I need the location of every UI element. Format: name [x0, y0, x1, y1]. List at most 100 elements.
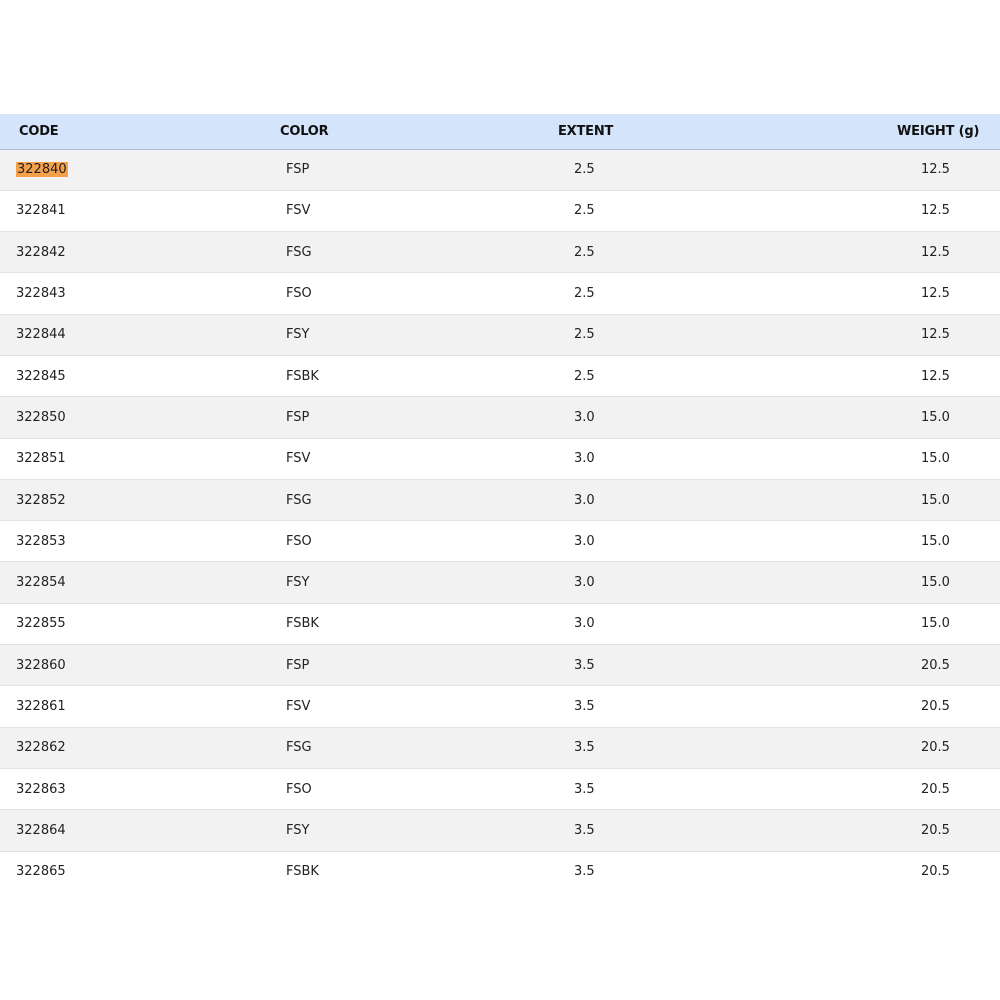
- cell-weight: 15.0: [921, 616, 950, 632]
- product-table-container: CODE COLOR EXTENT WEIGHT (g) 322840 FSP 2.…: [0, 114, 1000, 893]
- table-row: 322855 FSBK 3.0 15.0: [0, 603, 1000, 645]
- cell-code: 322855: [16, 616, 66, 632]
- cell-code: 322862: [16, 740, 66, 756]
- cell-weight: 12.5: [921, 162, 950, 178]
- cell-extent: 2.5: [574, 203, 595, 219]
- cell-color: FSG: [286, 244, 312, 260]
- cell-code: 322864: [16, 822, 66, 838]
- cell-color: FSO: [286, 781, 312, 797]
- cell-color: FSO: [286, 533, 312, 549]
- cell-code: 322850: [16, 409, 66, 425]
- cell-code: 322854: [16, 575, 66, 591]
- table-row: 322865 FSBK 3.5 20.5: [0, 851, 1000, 893]
- cell-code: 322840: [0, 149, 190, 190]
- cell-code: 322841: [16, 203, 66, 219]
- cell-color: FSP: [286, 162, 310, 178]
- header-extent: EXTENT: [558, 123, 614, 139]
- cell-weight: 12.5: [921, 203, 950, 219]
- cell-code: 322861: [16, 699, 66, 714]
- cell-code: 322863: [16, 781, 66, 797]
- header-color: COLOR: [280, 123, 329, 139]
- cell-color: FSY: [286, 327, 310, 343]
- cell-code: 322842: [16, 244, 66, 260]
- cell-weight: 12.5: [921, 244, 950, 260]
- cell-color: FSG: [286, 492, 312, 508]
- cell-extent: 3.5: [574, 864, 595, 880]
- cell-weight: 20.5: [921, 699, 950, 714]
- cell-weight: 20.5: [921, 657, 950, 673]
- cell-color: FSV: [286, 451, 311, 467]
- table-row: 322841 FSV 2.5 12.5: [0, 190, 1000, 232]
- cell-extent: 3.0: [574, 616, 595, 632]
- cell-extent: 3.5: [574, 699, 595, 714]
- cell-weight: 20.5: [921, 864, 950, 880]
- cell-weight: 15.0: [921, 409, 950, 425]
- cell-weight: 12.5: [921, 286, 950, 302]
- table-row: 322860 FSP 3.5 20.5: [0, 644, 1000, 686]
- cell-extent: 2.5: [574, 368, 595, 384]
- cell-extent: 3.5: [574, 657, 595, 673]
- cell-color: FSP: [286, 409, 310, 425]
- cell-extent: 3.5: [574, 822, 595, 838]
- cell-color: FSV: [286, 699, 311, 714]
- cell-code: 322844: [16, 327, 66, 343]
- table-row: 322852 FSG 3.0 15.0: [0, 479, 1000, 521]
- table-header: CODE COLOR EXTENT WEIGHT (g): [0, 114, 1000, 149]
- table-row: 322845 FSBK 2.5 12.5: [0, 355, 1000, 397]
- cell-code: 322851: [16, 451, 66, 467]
- cell-weight: 20.5: [921, 781, 950, 797]
- cell-color: FSBK: [286, 616, 319, 632]
- table-row: 322842 FSG 2.5 12.5: [0, 231, 1000, 273]
- cell-code: 322865: [16, 864, 66, 880]
- table-row: 322851 FSV 3.0 15.0: [0, 438, 1000, 480]
- cell-extent: 3.0: [574, 575, 595, 591]
- cell-code: 322852: [16, 492, 66, 508]
- cell-extent: 3.0: [574, 533, 595, 549]
- header-code: CODE: [19, 123, 59, 139]
- cell-color: FSG: [286, 740, 312, 756]
- header-row: CODE COLOR EXTENT WEIGHT (g): [0, 114, 1000, 149]
- table-row: 322863 FSO 3.5 20.5: [0, 768, 1000, 810]
- cell-weight: 12.5: [921, 327, 950, 343]
- cell-extent: 3.0: [574, 492, 595, 508]
- cell-color: FSBK: [286, 864, 319, 880]
- cell-extent: 2.5: [574, 162, 595, 178]
- table-row: 322861 FSV 3.5 20.5: [0, 685, 1000, 728]
- cell-extent: 3.5: [574, 781, 595, 797]
- table-row: 322840 FSP 2.5 12.5: [0, 149, 1000, 191]
- cell-weight: 12.5: [921, 368, 950, 384]
- cell-weight: 15.0: [921, 492, 950, 508]
- cell-extent: 2.5: [574, 327, 595, 343]
- cell-color: FSO: [286, 286, 312, 302]
- table-row: 322850 FSP 3.0 15.0: [0, 396, 1000, 439]
- cell-weight: 15.0: [921, 575, 950, 591]
- header-weight: WEIGHT (g): [897, 123, 980, 139]
- cell-color: FSBK: [286, 368, 319, 384]
- highlighted-code: 322840: [16, 162, 68, 178]
- table-row: 322864 FSY 3.5 20.5: [0, 809, 1000, 852]
- cell-extent: 3.0: [574, 451, 595, 467]
- cell-weight: 15.0: [921, 451, 950, 467]
- cell-extent: 3.5: [574, 740, 595, 756]
- cell-code: 322860: [16, 657, 66, 673]
- cell-color: FSP: [286, 657, 310, 673]
- table-row: 322844 FSY 2.5 12.5: [0, 314, 1000, 356]
- cell-weight: 15.0: [921, 533, 950, 549]
- table-row: 322854 FSY 3.0 15.0: [0, 561, 1000, 604]
- cell-code: 322853: [16, 533, 66, 549]
- cell-extent: 3.0: [574, 409, 595, 425]
- table-row: 322862 FSG 3.5 20.5: [0, 727, 1000, 769]
- table-body: 322840 FSP 2.5 12.5 322841 FSV 2.5 12.5 322842 FS…: [0, 149, 1000, 893]
- cell-color: FSY: [286, 575, 310, 591]
- table-row: 322843 FSO 2.5 12.5: [0, 272, 1000, 315]
- cell-code: 322845: [16, 368, 66, 384]
- cell-weight: 20.5: [921, 740, 950, 756]
- cell-code: 322843: [16, 286, 66, 302]
- cell-color: FSY: [286, 822, 310, 838]
- cell-extent: 2.5: [574, 244, 595, 260]
- cell-extent: 2.5: [574, 286, 595, 302]
- table-row: 322853 FSO 3.0 15.0: [0, 520, 1000, 562]
- product-table: CODE COLOR EXTENT WEIGHT (g) 322840 FSP 2.…: [0, 114, 1000, 893]
- cell-color: FSV: [286, 203, 311, 219]
- cell-weight: 20.5: [921, 822, 950, 838]
